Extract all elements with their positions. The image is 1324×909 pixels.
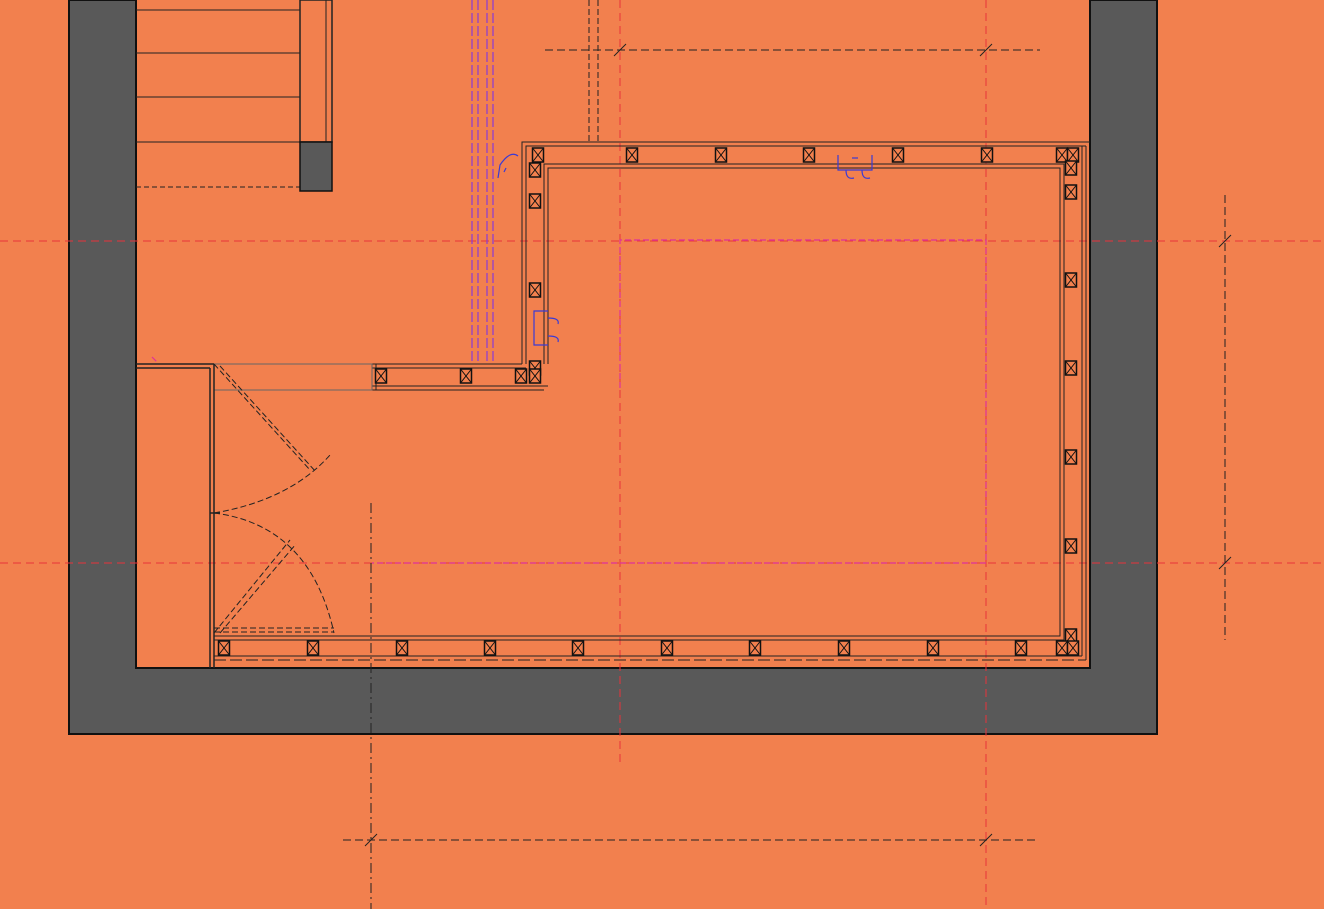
- stud-17: [1064, 538, 1078, 554]
- floor-plan-canvas: [0, 0, 1324, 909]
- stud-27: [571, 640, 585, 656]
- stud-20: [459, 368, 473, 384]
- stud-33: [1055, 640, 1069, 656]
- stud-28: [660, 640, 674, 656]
- stud-5: [980, 147, 994, 163]
- stud-31: [926, 640, 940, 656]
- stud-12: [1064, 160, 1078, 176]
- stair-column: [299, 141, 333, 192]
- stud-23: [217, 640, 231, 656]
- stud-25: [395, 640, 409, 656]
- stud-8: [528, 162, 542, 178]
- stud-13: [1064, 184, 1078, 200]
- stud-14: [1064, 272, 1078, 288]
- stud-26: [483, 640, 497, 656]
- stud-30: [837, 640, 851, 656]
- stud-3: [802, 147, 816, 163]
- stud-34: [1066, 640, 1080, 656]
- stud-1: [625, 147, 639, 163]
- stud-29: [748, 640, 762, 656]
- stud-19: [374, 368, 388, 384]
- stud-22: [528, 368, 542, 384]
- stud-6: [1055, 147, 1069, 163]
- stud-32: [1014, 640, 1028, 656]
- stud-21: [514, 368, 528, 384]
- stud-4: [891, 147, 905, 163]
- stud-10: [528, 282, 542, 298]
- stud-0: [531, 147, 545, 163]
- stud-15: [1064, 360, 1078, 376]
- stud-9: [528, 193, 542, 209]
- stud-7: [1066, 147, 1080, 163]
- stud-24: [306, 640, 320, 656]
- stud-2: [714, 147, 728, 163]
- stud-16: [1064, 449, 1078, 465]
